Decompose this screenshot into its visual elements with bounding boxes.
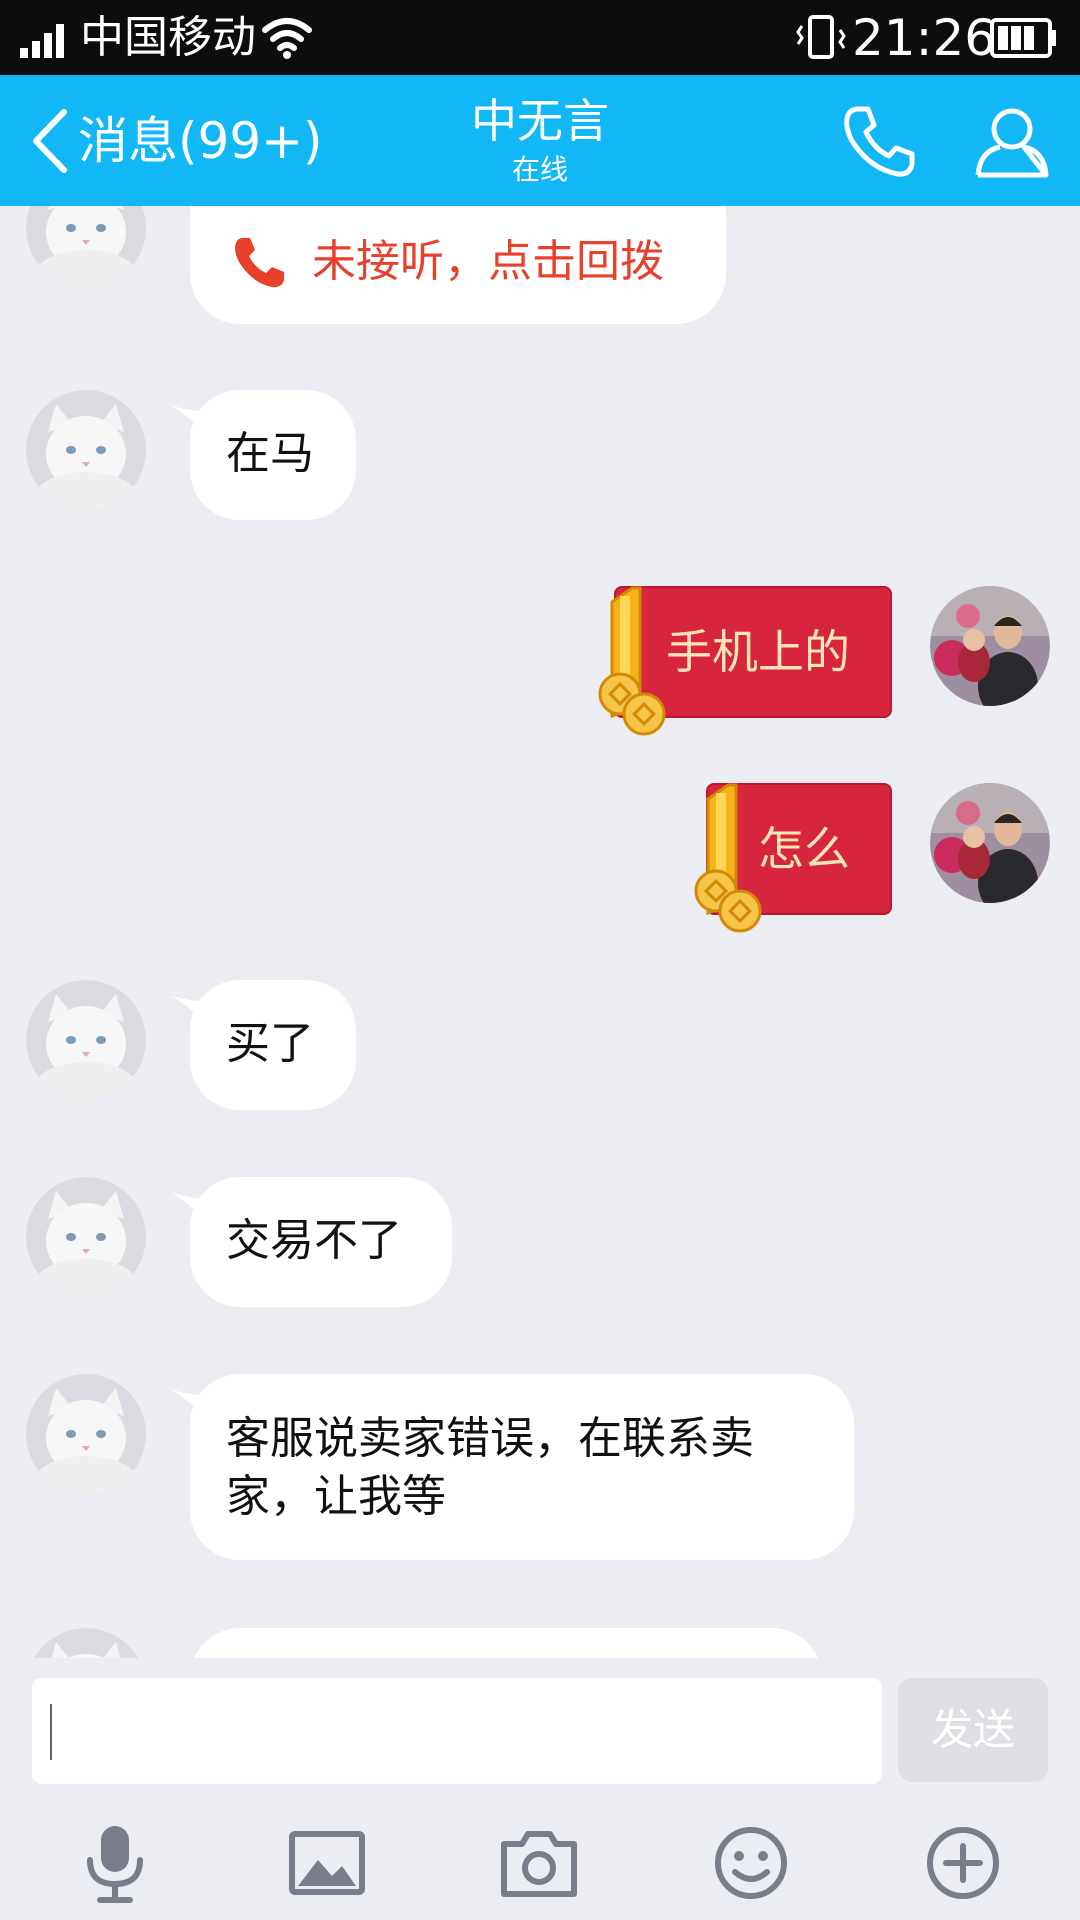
composer: 发送 bbox=[0, 1658, 1080, 1920]
image-icon bbox=[289, 1831, 365, 1895]
cat-avatar-image bbox=[26, 980, 146, 1100]
emoji-icon bbox=[715, 1827, 787, 1899]
red-packet-message[interactable]: 手机上的 bbox=[598, 586, 892, 736]
cat-avatar-image bbox=[26, 390, 146, 510]
my-avatar-image bbox=[930, 586, 1050, 706]
plus-icon bbox=[927, 1827, 999, 1899]
phone-icon bbox=[235, 238, 284, 288]
cat-avatar-image bbox=[26, 1374, 146, 1494]
phone-icon bbox=[844, 106, 915, 177]
message-bubble[interactable]: 未接听，点击回拨 bbox=[190, 206, 726, 324]
red-packet-text: 手机上的 bbox=[666, 625, 850, 679]
emoji-button[interactable] bbox=[706, 1818, 796, 1908]
carrier-name: 中国移动 bbox=[80, 12, 256, 63]
wifi-icon bbox=[262, 18, 312, 59]
contact-avatar[interactable] bbox=[26, 1177, 146, 1297]
vibrate-icon bbox=[796, 15, 846, 59]
composer-toolbar bbox=[0, 1818, 1080, 1918]
camera-icon bbox=[501, 1831, 577, 1897]
voice-button[interactable] bbox=[70, 1818, 160, 1908]
presence-status: 在线 bbox=[511, 153, 568, 186]
contact-avatar[interactable] bbox=[26, 206, 146, 288]
cat-avatar-image bbox=[26, 1177, 146, 1297]
status-bar: 中国移动 21:26 bbox=[0, 0, 1080, 75]
coins-icon bbox=[694, 869, 762, 933]
contact-avatar[interactable] bbox=[26, 1374, 146, 1494]
message-bubble[interactable]: 交易不了 bbox=[172, 1177, 452, 1307]
message-bubble[interactable] bbox=[190, 1628, 822, 1658]
more-button[interactable] bbox=[918, 1818, 1008, 1908]
profile-button[interactable] bbox=[972, 101, 1052, 181]
missed-call-link[interactable]: 未接听，点击回拨 bbox=[230, 232, 664, 292]
my-avatar[interactable] bbox=[930, 586, 1050, 706]
user-icon bbox=[975, 108, 1049, 178]
message-text: 客服说卖家错误，在联系卖家，让我等 bbox=[226, 1413, 754, 1522]
red-packet-message[interactable]: 怎么 bbox=[694, 783, 892, 933]
clock: 21:26 bbox=[852, 9, 997, 67]
text-cursor bbox=[50, 1704, 52, 1760]
chevron-left-icon bbox=[33, 109, 67, 173]
cat-avatar-image bbox=[34, 1628, 138, 1658]
title-bar: 消息(99+) 中无言 在线 bbox=[0, 75, 1080, 206]
microphone-icon bbox=[87, 1826, 143, 1903]
coins-icon bbox=[598, 672, 666, 736]
message-input[interactable] bbox=[32, 1678, 882, 1784]
send-button[interactable]: 发送 bbox=[898, 1678, 1048, 1782]
message-bubble[interactable]: 客服说卖家错误，在联系卖家，让我等 bbox=[172, 1374, 854, 1560]
message-bubble[interactable]: 在马 bbox=[172, 390, 356, 520]
missed-call-text: 未接听，点击回拨 bbox=[312, 236, 664, 287]
my-avatar-image bbox=[930, 783, 1050, 903]
contact-avatar[interactable] bbox=[26, 390, 146, 510]
chat-history[interactable]: 未接听，点击回拨 在马 手机上的 怎么 买了 交易不了 客服说卖家错误，在联系卖… bbox=[0, 206, 1080, 1658]
back-button[interactable]: 消息(99+) bbox=[28, 103, 323, 179]
back-label: 消息(99+) bbox=[78, 112, 323, 170]
camera-button[interactable] bbox=[494, 1818, 584, 1908]
my-avatar[interactable] bbox=[930, 783, 1050, 903]
contact-name: 中无言 bbox=[471, 94, 609, 148]
contact-avatar[interactable] bbox=[26, 1628, 146, 1658]
signal-icon bbox=[20, 24, 64, 58]
cat-avatar-image bbox=[26, 206, 146, 288]
contact-avatar[interactable] bbox=[26, 980, 146, 1100]
message-text: 在马 bbox=[226, 428, 314, 479]
call-button[interactable] bbox=[840, 101, 920, 181]
message-text: 买了 bbox=[226, 1018, 314, 1069]
message-bubble[interactable]: 买了 bbox=[172, 980, 356, 1110]
image-button[interactable] bbox=[282, 1818, 372, 1908]
message-text: 交易不了 bbox=[226, 1215, 402, 1266]
battery-icon bbox=[990, 18, 1056, 58]
contact-header: 中无言 在线 bbox=[390, 93, 690, 187]
